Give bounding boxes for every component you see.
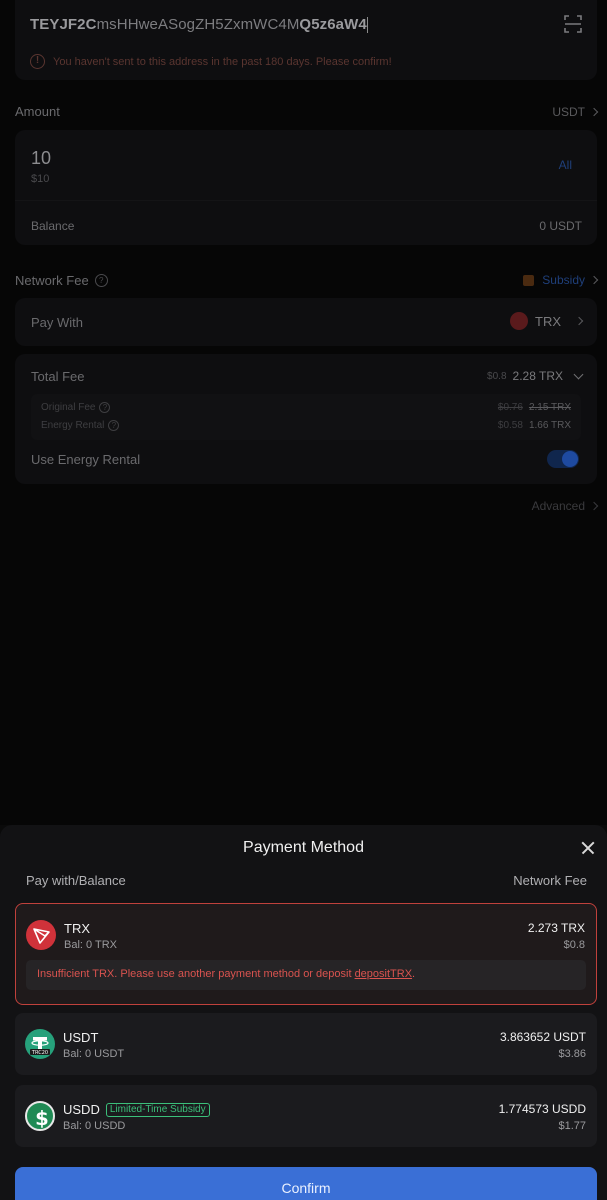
original-fee-usd: $0.76	[497, 402, 523, 413]
address-field[interactable]: TEYJF2CmsHHweASogZH5ZxmWC4MQ5z6aW4	[30, 16, 368, 34]
help-icon[interactable]: ?	[108, 420, 120, 431]
help-icon[interactable]: ?	[99, 402, 111, 413]
energy-rental-value: 1.66 TRX	[528, 420, 571, 431]
divider	[15, 200, 597, 201]
all-button[interactable]: All	[559, 158, 572, 172]
help-icon[interactable]: ?	[94, 274, 108, 287]
address-middle: msHHweASogZH5ZxmWC4M	[96, 16, 300, 33]
option-fee: 2.273 TRX	[527, 921, 585, 935]
use-energy-toggle[interactable]	[547, 450, 579, 468]
amount-usd: $10	[31, 173, 50, 185]
amount-unit-selector[interactable]: USDT	[552, 105, 599, 119]
balance-value: 0 USDT	[539, 219, 582, 233]
subsidy-link[interactable]: Subsidy	[523, 273, 599, 287]
pay-with-row[interactable]: Pay With TRX	[15, 298, 597, 346]
error-text: Insufficient TRX. Please use another pay…	[37, 968, 355, 980]
advanced-label: Advanced	[531, 499, 585, 513]
text-cursor	[366, 17, 368, 34]
usdd-icon: $	[25, 1101, 55, 1131]
sheet-title: Payment Method	[243, 839, 364, 856]
subsidy-label: Subsidy	[542, 273, 585, 287]
payment-method-sheet: Payment Method Pay with/Balance Network …	[0, 825, 607, 1200]
option-name: USDD	[63, 1102, 100, 1117]
amount-unit: USDT	[552, 105, 585, 119]
pay-with-label: Pay With	[31, 315, 84, 330]
chevron-right-icon	[574, 316, 584, 326]
option-fee-usd: $1.77	[558, 1120, 586, 1132]
energy-rental-usd: $0.58	[497, 420, 523, 431]
trc20-label: TRC20	[31, 1050, 48, 1056]
amount-label: Amount	[15, 104, 60, 119]
total-fee-card: Total Fee $0.8 2.28 TRX Original Fee? $0…	[15, 354, 597, 484]
chevron-right-icon	[589, 501, 599, 511]
total-fee-usd: $0.8	[487, 370, 507, 382]
option-fee-usd: $0.8	[563, 939, 585, 951]
payment-option-usdd[interactable]: $ USDD Limited-Time Subsidy Bal: 0 USDD …	[15, 1085, 597, 1147]
usdt-icon: TRC20	[25, 1029, 55, 1059]
option-balance: Bal: 0 USDT	[63, 1048, 125, 1060]
payment-option-trx[interactable]: TRX Bal: 0 TRX 2.273 TRX $0.8 Insufficie…	[15, 903, 597, 1005]
total-fee-label: Total Fee	[31, 369, 85, 384]
address-card[interactable]: TEYJF2CmsHHweASogZH5ZxmWC4MQ5z6aW4 ! You…	[15, 0, 597, 80]
advanced-link[interactable]: Advanced	[531, 499, 599, 513]
send-form-background: TEYJF2CmsHHweASogZH5ZxmWC4MQ5z6aW4 ! You…	[0, 0, 607, 825]
confirm-button[interactable]: Confirm	[15, 1167, 597, 1200]
chevron-down-icon	[573, 369, 584, 380]
original-fee-row: Original Fee? $0.76 2.15 TRX	[41, 402, 571, 413]
warning-icon: !	[30, 54, 45, 69]
payment-option-usdt[interactable]: TRC20 USDT Bal: 0 USDT 3.863652 USDT $3.…	[15, 1013, 597, 1075]
option-fee: 3.863652 USDT	[499, 1030, 586, 1044]
address-warning: ! You haven't sent to this address in th…	[30, 54, 392, 69]
svg-text:$: $	[35, 1107, 49, 1130]
trx-icon	[26, 920, 56, 950]
amount-input[interactable]: 10	[31, 148, 51, 169]
pay-with-token: TRX	[535, 313, 561, 329]
close-icon[interactable]	[577, 837, 599, 859]
address-suffix: Q5z6aW4	[299, 16, 367, 33]
insufficient-balance-error: Insufficient TRX. Please use another pay…	[26, 960, 586, 990]
pay-with-value: TRX	[510, 312, 584, 330]
energy-rental-label: Energy Rental	[41, 420, 105, 432]
address-warning-text: You haven't sent to this address in the …	[53, 55, 392, 68]
original-fee-label: Original Fee	[41, 402, 96, 414]
gift-icon	[523, 274, 535, 286]
toggle-knob	[562, 451, 578, 467]
column-header-fee: Network Fee	[513, 873, 587, 888]
option-fee-usd: $3.86	[558, 1048, 586, 1060]
option-balance: Bal: 0 USDD	[63, 1120, 126, 1132]
option-balance: Bal: 0 TRX	[64, 939, 117, 951]
total-fee-value: 2.28 TRX	[512, 369, 563, 383]
balance-label: Balance	[31, 219, 75, 233]
scan-icon[interactable]	[564, 15, 582, 33]
original-fee-value: 2.15 TRX	[528, 402, 571, 413]
network-fee-label: Network Fee	[15, 273, 89, 288]
fee-breakdown: Original Fee? $0.76 2.15 TRX Energy Renta…	[31, 394, 581, 440]
network-fee-header: Network Fee ?	[15, 273, 108, 288]
address-prefix: TEYJF2C	[30, 16, 97, 33]
option-name: USDT	[63, 1030, 99, 1045]
total-fee-toggle[interactable]: $0.8 2.28 TRX	[487, 369, 584, 383]
energy-rental-row: Energy Rental? $0.58 1.66 TRX	[41, 420, 571, 431]
option-name: TRX	[64, 921, 90, 936]
error-end: .	[412, 968, 416, 980]
subsidy-badge: Limited-Time Subsidy	[105, 1102, 210, 1117]
deposit-trx-link[interactable]: depositTRX	[355, 968, 412, 980]
chevron-right-icon	[589, 275, 599, 285]
option-fee: 1.774573 USDD	[498, 1102, 586, 1116]
amount-card: 10 $10 All Balance 0 USDT	[15, 130, 597, 245]
chevron-right-icon	[589, 107, 599, 117]
use-energy-label: Use Energy Rental	[31, 452, 141, 467]
trx-icon	[510, 312, 528, 330]
column-header-balance: Pay with/Balance	[26, 873, 126, 888]
option-name-row: USDD Limited-Time Subsidy	[63, 1102, 210, 1117]
